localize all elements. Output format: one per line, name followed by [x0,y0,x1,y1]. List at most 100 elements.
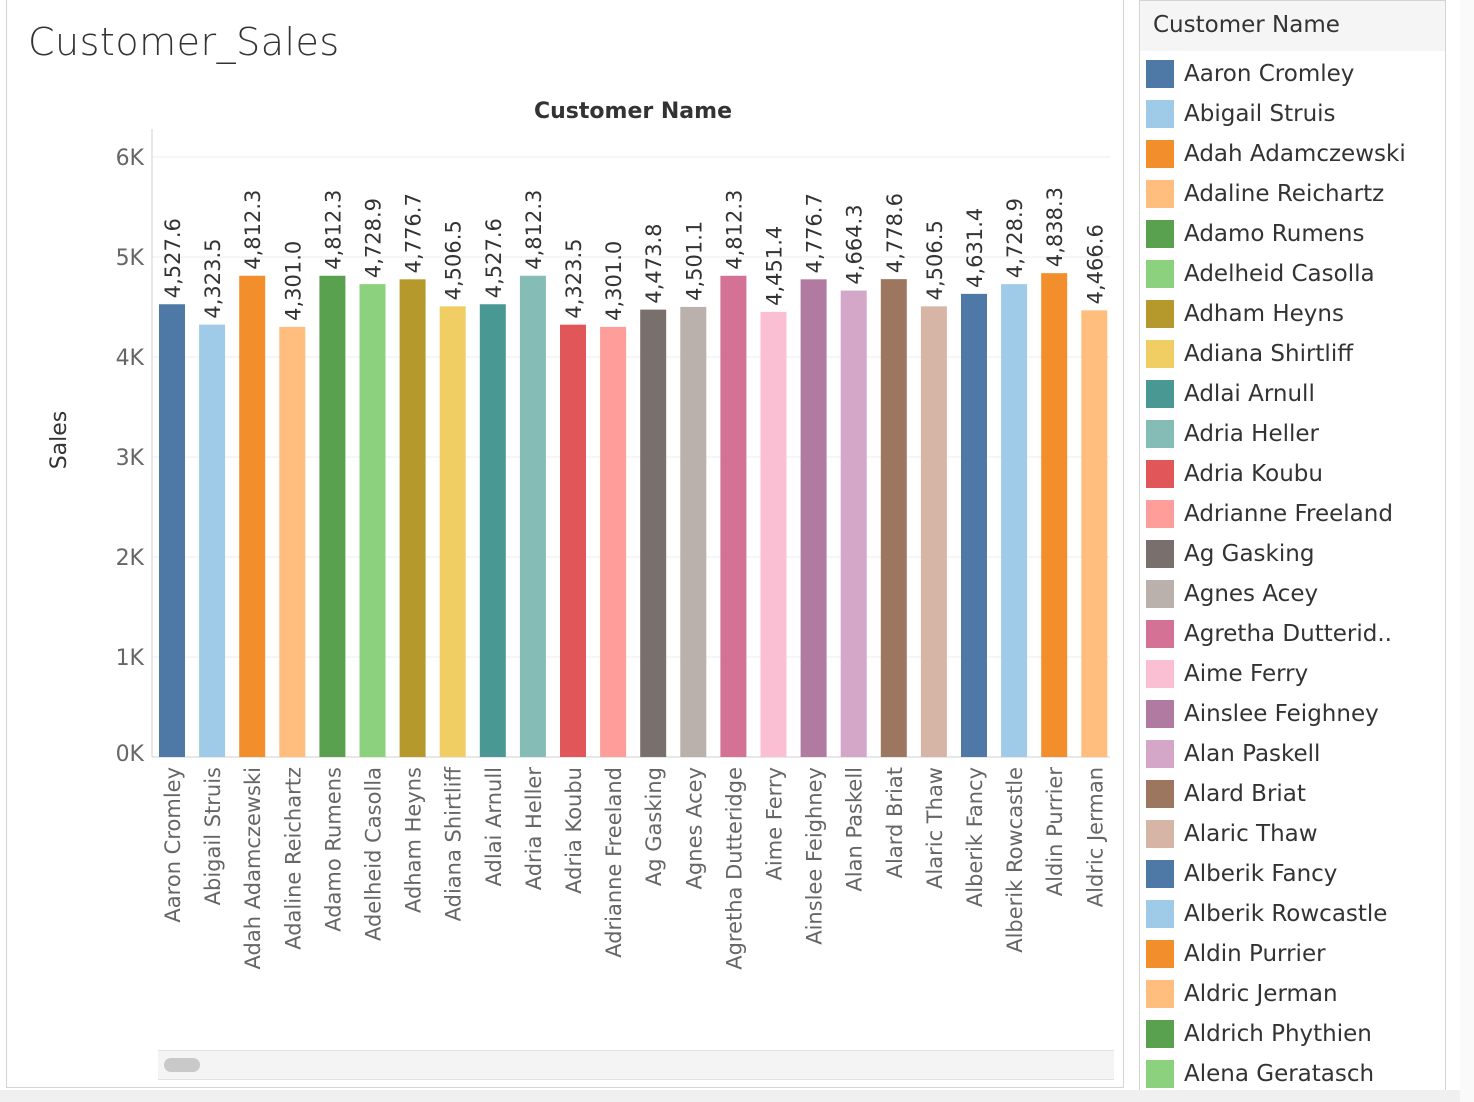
legend-swatch [1146,620,1174,648]
legend-item[interactable]: Alberik Rowcastle [1146,895,1441,935]
bar-value-label: 4,812.3 [722,190,746,270]
legend-item[interactable]: Agretha Dutterid.. [1146,615,1441,655]
bars-layer [159,273,1108,757]
legend-item[interactable]: Adelheid Casolla [1146,255,1441,295]
legend-item[interactable]: Abigail Struis [1146,95,1441,135]
legend-item[interactable]: Aldric Jerman [1146,975,1441,1015]
legend-item[interactable]: Adamo Rumens [1146,215,1441,255]
y-tick-label: 6K [116,146,145,171]
bar[interactable] [720,275,747,757]
legend-swatch [1146,940,1174,968]
legend-swatch [1146,580,1174,608]
bar[interactable] [199,324,226,757]
legend-item[interactable]: Alaric Thaw [1146,815,1441,855]
legend-swatch [1146,180,1174,208]
bar[interactable] [519,275,546,757]
legend-item[interactable]: Adria Heller [1146,415,1441,455]
legend-item[interactable]: Aldin Purrier [1146,935,1441,975]
bar[interactable] [961,293,987,757]
bar-value-label: 4,664.3 [843,204,867,284]
legend-swatch [1146,540,1174,568]
bar[interactable] [600,326,627,757]
bar[interactable] [1001,284,1028,757]
bar[interactable] [279,326,306,757]
bar-value-label: 4,812.3 [522,190,546,270]
legend-item[interactable]: Adiana Shirtliff [1146,335,1441,375]
x-tick-label: Ainslee Feighney [803,767,827,945]
legend-swatch [1146,860,1174,888]
bar[interactable] [479,304,506,757]
legend-item[interactable]: Alena Geratasch [1146,1055,1441,1091]
bar[interactable] [560,324,586,757]
bar[interactable] [359,284,386,757]
legend-item[interactable]: Adaline Reichartz [1146,175,1441,215]
bar-value-label: 4,473.8 [642,223,666,303]
legend-swatch [1146,500,1174,528]
x-tick-label: Aldric Jerman [1083,767,1107,907]
legend-item[interactable]: Adham Heyns [1146,295,1441,335]
legend-label: Adria Koubu [1184,461,1323,487]
legend-label: Alena Geratasch [1184,1061,1375,1087]
legend-item[interactable]: Ainslee Feighney [1146,695,1441,735]
bar-value-label: 4,451.4 [763,226,787,306]
legend-label: Adham Heyns [1184,301,1344,327]
legend-swatch [1146,660,1174,688]
x-tick-label: Adrianne Freeland [602,767,626,958]
legend-label: Abigail Struis [1184,101,1336,127]
legend-swatch [1146,740,1174,768]
legend-label: Agnes Acey [1184,581,1319,607]
legend-item[interactable]: Aaron Cromley [1146,55,1441,95]
bar[interactable] [760,311,787,757]
bar-value-label: 4,506.5 [923,220,947,300]
bar[interactable] [1081,310,1108,757]
bar[interactable] [239,275,266,757]
x-tick-label: Abigail Struis [201,767,225,905]
bar[interactable] [319,275,346,757]
legend-swatch [1146,1060,1174,1088]
x-tick-label: Adah Adamczewski [241,767,265,969]
legend-item[interactable]: Agnes Acey [1146,575,1441,615]
bar[interactable] [920,306,947,757]
bar[interactable] [399,279,426,757]
legend-swatch [1146,300,1174,328]
legend-label: Alaric Thaw [1184,821,1318,847]
bar[interactable] [1041,273,1068,757]
legend-item[interactable]: Aldrich Phythien [1146,1015,1441,1055]
scrollbar-thumb[interactable] [164,1058,200,1072]
legend-label: Adaline Reichartz [1184,181,1385,207]
legend-label: Agretha Dutterid.. [1184,621,1392,647]
y-tick-label: 0K [116,742,145,767]
legend-item[interactable]: Ag Gasking [1146,535,1441,575]
legend-item[interactable]: Adria Koubu [1146,455,1441,495]
bar[interactable] [840,290,867,757]
legend-swatch [1146,60,1174,88]
legend-item[interactable]: Alan Paskell [1146,735,1441,775]
legend-label: Aime Ferry [1184,661,1309,687]
x-tick-label: Aaron Cromley [161,767,185,923]
legend-item[interactable]: Alard Briat [1146,775,1441,815]
legend-item[interactable]: Adrianne Freeland [1146,495,1441,535]
legend-swatch [1146,340,1174,368]
bar[interactable] [439,306,466,757]
legend-item[interactable]: Adah Adamczewski [1146,135,1441,175]
x-tick-label: Adiana Shirtliff [442,766,466,921]
legend-swatch [1146,380,1174,408]
x-tick-label: Adria Koubu [562,767,586,894]
legend-item[interactable]: Alberik Fancy [1146,855,1441,895]
bar-value-label: 4,301.0 [602,241,626,321]
legend-label: Aldric Jerman [1184,981,1338,1007]
legend-item[interactable]: Adlai Arnull [1146,375,1441,415]
legend-label: Ainslee Feighney [1184,701,1379,727]
x-tick-label: Adamo Rumens [321,767,345,932]
legend-swatch [1146,900,1174,928]
window-edge [1460,0,1474,1102]
x-tick-label: Adlai Arnull [482,767,506,886]
bar[interactable] [159,304,185,757]
bar[interactable] [880,279,907,757]
horizontal-scrollbar[interactable] [158,1050,1114,1080]
bar-value-label: 4,506.5 [442,220,466,300]
bar[interactable] [640,309,667,757]
bar[interactable] [680,306,707,757]
legend-item[interactable]: Aime Ferry [1146,655,1441,695]
bar[interactable] [800,279,827,757]
